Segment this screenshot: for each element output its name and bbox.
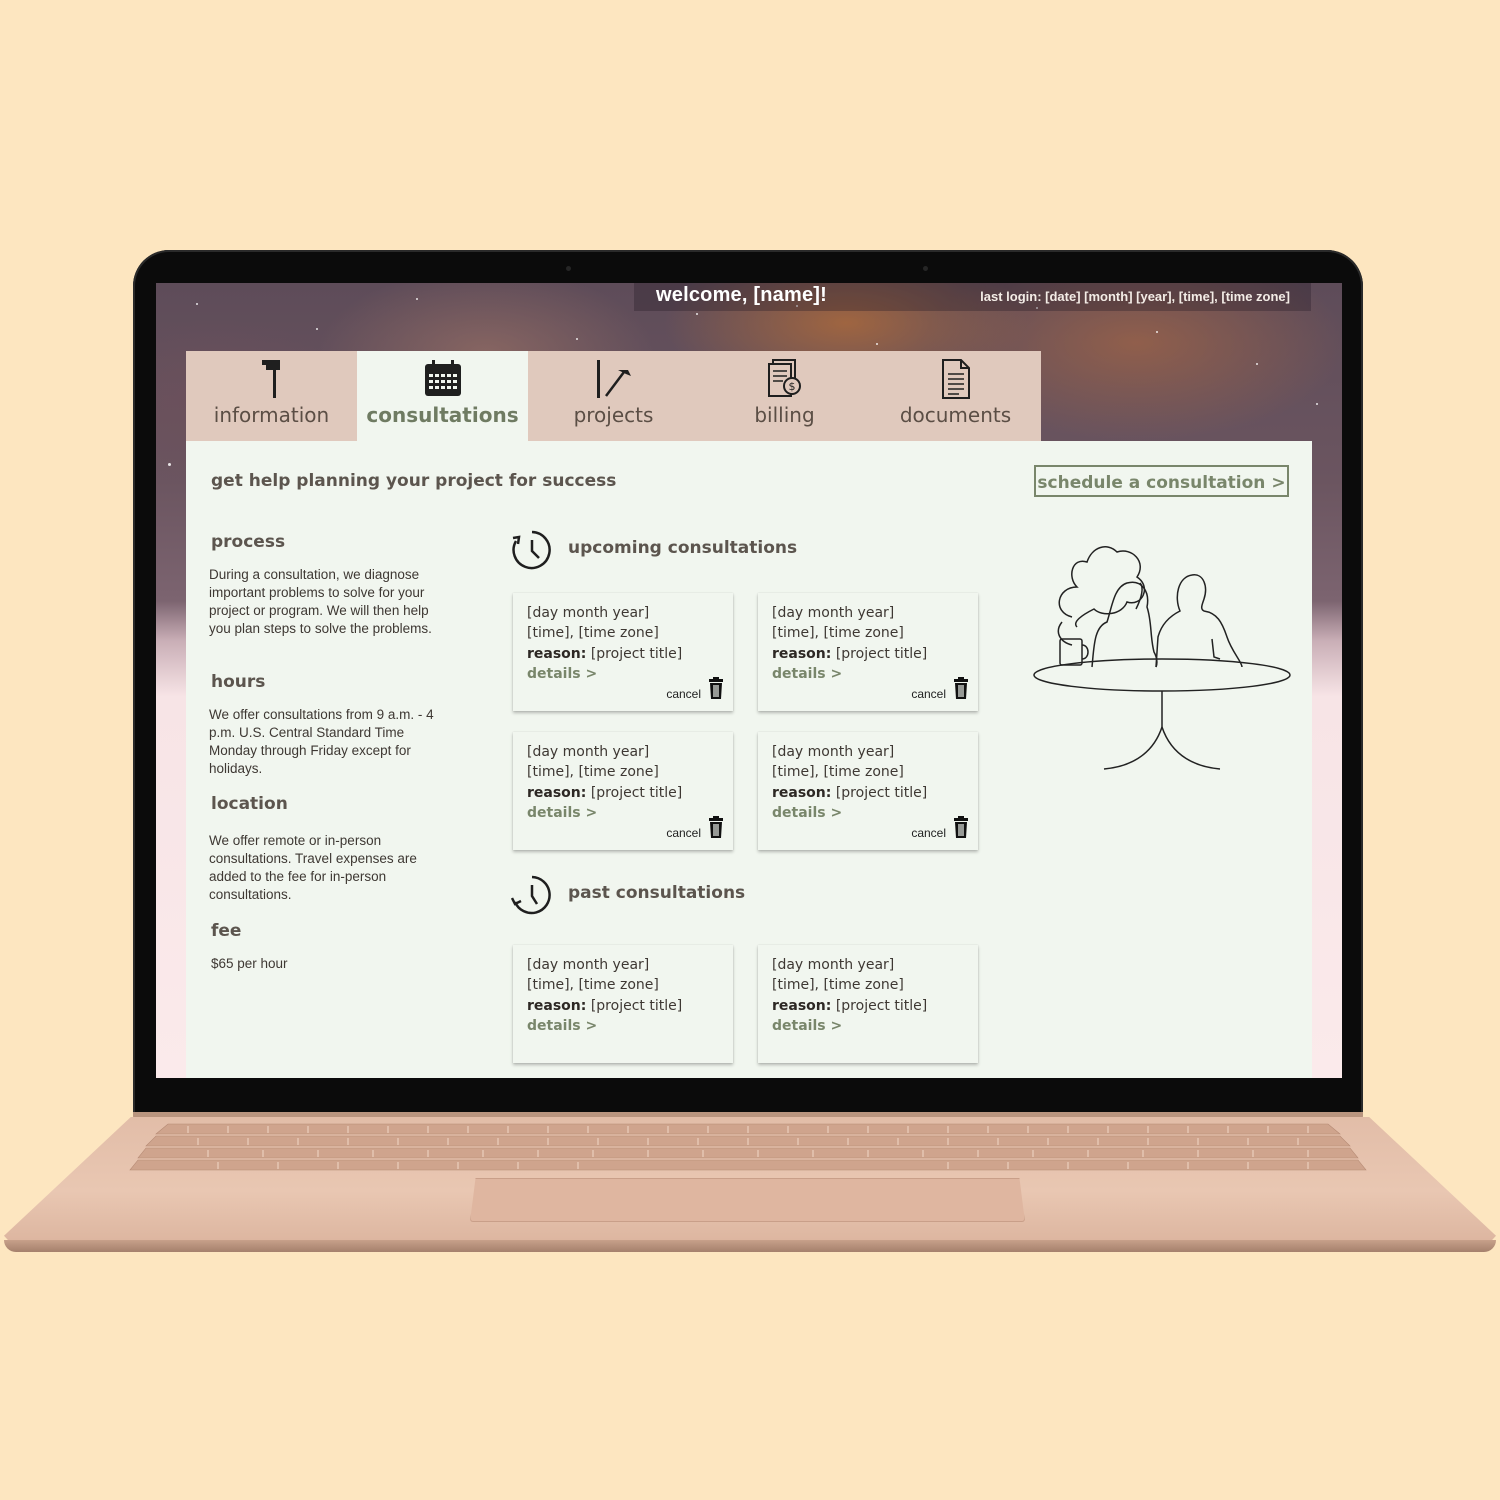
- card-time: [time], [time zone]: [772, 977, 904, 993]
- tab-label: consultations: [366, 403, 519, 427]
- card-time: [time], [time zone]: [772, 625, 904, 641]
- card-date: [day month year]: [772, 744, 895, 760]
- card-date: [day month year]: [527, 957, 650, 973]
- card-time: [time], [time zone]: [772, 764, 904, 780]
- cancel-link[interactable]: cancel: [666, 826, 701, 840]
- tab-label: projects: [573, 403, 654, 427]
- hours-text: We offer consultations from 9 a.m. - 4 p…: [209, 707, 434, 776]
- upcoming-consultation-card: [day month year] [time], [time zone] rea…: [758, 593, 978, 711]
- past-heading: past consultations: [568, 883, 746, 903]
- fee-text: $65 per hour: [211, 956, 288, 971]
- screen: welcome, [name]! last login: [date] [mon…: [156, 283, 1342, 1078]
- past-consultation-card: [day month year] [time], [time zone] rea…: [513, 945, 733, 1063]
- card-date: [day month year]: [527, 605, 650, 621]
- page-headline: get help planning your project for succe…: [211, 471, 617, 491]
- details-link[interactable]: details >: [772, 805, 842, 821]
- details-link[interactable]: details >: [772, 666, 842, 682]
- document-icon: [939, 358, 973, 404]
- process-text: During a consultation, we diagnose impor…: [209, 567, 432, 636]
- reason-value: [project title]: [831, 646, 928, 662]
- reason-value: [project title]: [586, 998, 683, 1014]
- last-login: last login: [date] [month] [year], [time…: [980, 289, 1290, 304]
- cancel-link[interactable]: cancel: [911, 687, 946, 701]
- fee-heading: fee: [211, 921, 242, 941]
- main-tabs: information consultations projects $ bil…: [186, 351, 1041, 441]
- camera-dot: [566, 266, 571, 271]
- upcoming-heading: upcoming consultations: [568, 538, 798, 558]
- schedule-consultation-button[interactable]: schedule a consultation >: [1034, 465, 1289, 497]
- card-date: [day month year]: [772, 605, 895, 621]
- card-reason: reason: [project title]: [772, 646, 927, 662]
- tab-billing[interactable]: $ billing: [699, 351, 870, 441]
- tab-projects[interactable]: projects: [528, 351, 699, 441]
- details-link[interactable]: details >: [772, 1018, 842, 1034]
- cancel-link[interactable]: cancel: [911, 826, 946, 840]
- card-date: [day month year]: [772, 957, 895, 973]
- consultation-illustration: [1032, 527, 1294, 781]
- card-reason: reason: [project title]: [527, 646, 682, 662]
- trash-icon[interactable]: [953, 816, 969, 842]
- laptop-front-edge: [4, 1240, 1496, 1252]
- reason-label: reason:: [772, 785, 832, 801]
- reason-label: reason:: [772, 998, 832, 1014]
- tab-information[interactable]: information: [186, 351, 357, 441]
- tab-label: information: [213, 403, 330, 427]
- card-time: [time], [time zone]: [527, 764, 659, 780]
- location-text: We offer remote or in-person consultatio…: [209, 833, 417, 902]
- details-link[interactable]: details >: [527, 1018, 597, 1034]
- reason-label: reason:: [772, 646, 832, 662]
- location-heading: location: [211, 794, 288, 814]
- laptop-lid: welcome, [name]! last login: [date] [mon…: [133, 250, 1363, 1120]
- upcoming-consultation-card: [day month year] [time], [time zone] rea…: [513, 593, 733, 711]
- tab-consultations[interactable]: consultations: [357, 351, 528, 441]
- card-time: [time], [time zone]: [527, 977, 659, 993]
- hours-heading: hours: [211, 672, 266, 692]
- reason-value: [project title]: [586, 785, 683, 801]
- mailbox-icon: [259, 358, 285, 404]
- card-reason: reason: [project title]: [527, 998, 682, 1014]
- card-reason: reason: [project title]: [772, 998, 927, 1014]
- tab-label: billing: [754, 403, 815, 427]
- reason-value: [project title]: [831, 998, 928, 1014]
- trash-icon[interactable]: [708, 816, 724, 842]
- laptop-keyboard: [128, 1122, 1368, 1172]
- reason-label: reason:: [527, 785, 587, 801]
- card-reason: reason: [project title]: [772, 785, 927, 801]
- sensor-dot: [923, 266, 928, 271]
- upcoming-consultation-card: [day month year] [time], [time zone] rea…: [758, 732, 978, 850]
- cancel-link[interactable]: cancel: [666, 687, 701, 701]
- details-link[interactable]: details >: [527, 666, 597, 682]
- laptop-trackpad: [470, 1178, 1025, 1222]
- details-link[interactable]: details >: [527, 805, 597, 821]
- trash-icon[interactable]: [708, 677, 724, 703]
- svg-text:$: $: [788, 380, 795, 393]
- invoice-icon: $: [765, 358, 805, 404]
- reason-value: [project title]: [586, 646, 683, 662]
- card-date: [day month year]: [527, 744, 650, 760]
- trash-icon[interactable]: [953, 677, 969, 703]
- card-time: [time], [time zone]: [527, 625, 659, 641]
- tab-label: documents: [899, 403, 1012, 427]
- reason-label: reason:: [527, 998, 587, 1014]
- reason-value: [project title]: [831, 785, 928, 801]
- clock-forward-icon: [511, 529, 553, 575]
- consultations-panel: get help planning your project for succe…: [186, 441, 1312, 1078]
- process-heading: process: [211, 532, 286, 552]
- card-reason: reason: [project title]: [527, 785, 682, 801]
- reason-label: reason:: [527, 646, 587, 662]
- welcome-message: welcome, [name]!: [656, 284, 828, 306]
- past-consultation-card: [day month year] [time], [time zone] rea…: [758, 945, 978, 1063]
- tab-documents[interactable]: documents: [870, 351, 1041, 441]
- clock-history-icon: [510, 874, 553, 920]
- upcoming-consultation-card: [day month year] [time], [time zone] rea…: [513, 732, 733, 850]
- hammer-icon: [594, 358, 634, 404]
- calendar-icon: [423, 358, 463, 402]
